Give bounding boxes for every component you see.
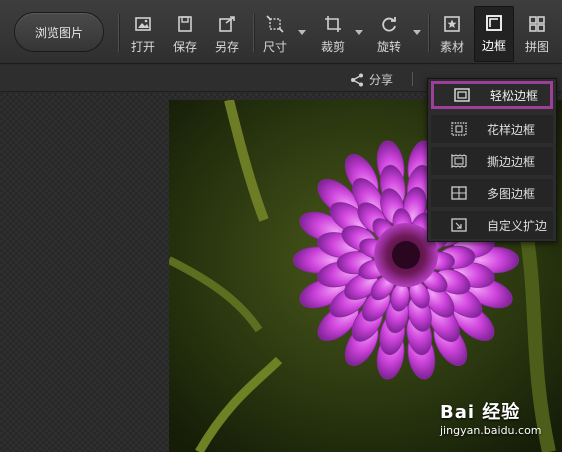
resize-icon [266,15,284,33]
material-label: 素材 [439,40,464,54]
pattern-frame-icon [451,122,467,136]
collage-button[interactable]: 拼图 [522,8,552,58]
browse-images-button[interactable]: 浏览图片 [14,12,104,52]
menu-item-label: 轻松边框 [490,88,539,103]
toolbar-divider [253,14,254,52]
share-label: 分享 [369,73,394,87]
save-label: 保存 [172,40,197,54]
open-button[interactable]: 打开 [128,8,158,58]
menu-item-label: 多图边框 [487,186,536,201]
torn-frame-icon [451,154,467,168]
size-label: 尺寸 [262,40,287,54]
baidu-watermark: Bai 经验 jingyan.baidu.com [440,398,542,437]
crop-label: 裁剪 [320,40,345,54]
rotate-dropdown-caret[interactable] [413,30,421,35]
border-frame-icon [486,15,502,31]
border-label: 边框 [481,39,506,53]
border-button[interactable]: 边框 [474,6,514,62]
menu-item-pattern-border[interactable]: 花样边框 [431,115,553,143]
image-editor-window: 浏览图片 打开 保存 另存 尺寸 裁剪 旋转 素材 边框 拼图 分享 轻松边框 … [0,0,562,452]
toolbar-divider [428,14,429,52]
crop-icon [325,16,341,32]
open-label: 打开 [130,40,155,54]
size-button[interactable]: 尺寸 [260,8,290,58]
menu-item-label: 花样边框 [487,122,536,137]
save-as-label: 另存 [214,40,239,54]
subbar-divider [412,72,413,86]
custom-expand-icon [451,218,467,232]
main-toolbar: 浏览图片 打开 保存 另存 尺寸 裁剪 旋转 素材 边框 拼图 [0,0,562,64]
menu-item-label: 撕边边框 [487,154,536,169]
menu-item-custom-expand[interactable]: 自定义扩边 [431,211,553,239]
star-frame-icon [444,16,460,32]
crop-dropdown-caret[interactable] [355,30,363,35]
watermark-url: jingyan.baidu.com [440,424,542,437]
menu-item-torn-border[interactable]: 撕边边框 [431,147,553,175]
grid-icon [529,16,545,32]
material-button[interactable]: 素材 [437,8,467,58]
save-as-icon [219,16,235,32]
collage-label: 拼图 [524,40,549,54]
save-button[interactable]: 保存 [170,8,200,58]
toolbar-divider [118,14,119,52]
image-open-icon [135,17,151,31]
rotate-label: 旋转 [376,40,401,54]
size-dropdown-caret[interactable] [298,30,306,35]
rotate-icon [382,17,396,32]
menu-item-simple-border[interactable]: 轻松边框 [431,81,553,109]
save-as-button[interactable]: 另存 [212,8,242,58]
crop-button[interactable]: 裁剪 [318,8,348,58]
simple-frame-icon [454,88,470,102]
multi-frame-icon [451,186,467,200]
rotate-button[interactable]: 旋转 [374,8,404,58]
save-icon [178,16,192,32]
border-dropdown-menu: 轻松边框 花样边框 撕边边框 多图边框 自定义扩边 [427,78,557,242]
share-icon [351,73,363,86]
share-button[interactable]: 分享 [350,71,393,88]
menu-item-label: 自定义扩边 [487,218,548,233]
menu-item-multi-border[interactable]: 多图边框 [431,179,553,207]
watermark-brand: Bai 经验 [440,402,521,423]
